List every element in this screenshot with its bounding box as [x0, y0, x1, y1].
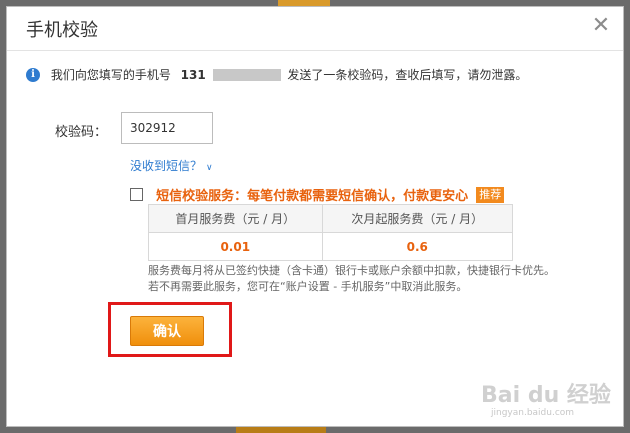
info-message: i 我们向您填写的手机号 131 发送了一条校验码，查收后填写，请勿泄露。 [26, 66, 527, 84]
highlight-annotation [108, 302, 232, 357]
info-icon: i [26, 67, 40, 82]
fee-table: 首月服务费（元 / 月） 次月起服务费（元 / 月） 0.01 0.6 [148, 204, 513, 261]
note-line-2: 若不再需要此服务，您可在“账户设置 - 手机服务”中取消此服务。 [148, 280, 468, 293]
background-strip [236, 427, 326, 433]
verification-code-input[interactable] [121, 112, 213, 144]
code-label: 校验码： [55, 125, 108, 140]
baidu-jingyan-watermark: Bai du 经验 jingyan.baidu.com [481, 377, 611, 422]
phone-verification-dialog: 手机校验 ✕ i 我们向您填写的手机号 131 发送了一条校验码，查收后填写，请… [6, 6, 624, 427]
phone-redaction [212, 68, 281, 81]
watermark-url: jingyan.baidu.com [491, 408, 575, 418]
watermark-brand: Bai du 经验 [481, 383, 611, 408]
sms-service-option: 短信校验服务：每笔付款都需要短信确认，付款更安心 推荐 [130, 184, 505, 204]
no-sms-link[interactable]: 没收到短信？ ∨ [130, 157, 213, 174]
close-icon[interactable]: ✕ [590, 14, 612, 38]
info-text-after: 发送了一条校验码，查收后填写，请勿泄露。 [287, 68, 528, 82]
service-fee-note: 服务费每月将从已签约快捷（含卡通）银行卡或账户余额中扣款，快捷银行卡优先。 若不… [148, 263, 608, 295]
sms-service-checkbox[interactable] [130, 188, 143, 201]
fee-value-later-months: 0.6 [321, 232, 513, 261]
dialog-header: 手机校验 ✕ [7, 7, 623, 51]
phone-prefix: 131 [180, 67, 206, 82]
no-sms-link-text: 没收到短信？ [130, 159, 203, 173]
sms-service-label: 短信校验服务：每笔付款都需要短信确认，付款更安心 [156, 189, 469, 204]
note-line-1: 服务费每月将从已签约快捷（含卡通）银行卡或账户余额中扣款，快捷银行卡优先。 [148, 264, 555, 277]
info-text-before: 我们向您填写的手机号 [50, 68, 171, 82]
fee-table-header: 首月服务费（元 / 月） 次月起服务费（元 / 月） [148, 204, 513, 233]
fee-table-values: 0.01 0.6 [148, 232, 513, 261]
chevron-down-icon: ∨ [206, 163, 213, 173]
fee-value-first-month: 0.01 [148, 232, 323, 261]
dialog-title: 手机校验 [26, 20, 98, 41]
fee-header-first-month: 首月服务费（元 / 月） [148, 204, 323, 233]
fee-header-later-months: 次月起服务费（元 / 月） [321, 204, 513, 233]
recommend-badge: 推荐 [476, 186, 505, 203]
